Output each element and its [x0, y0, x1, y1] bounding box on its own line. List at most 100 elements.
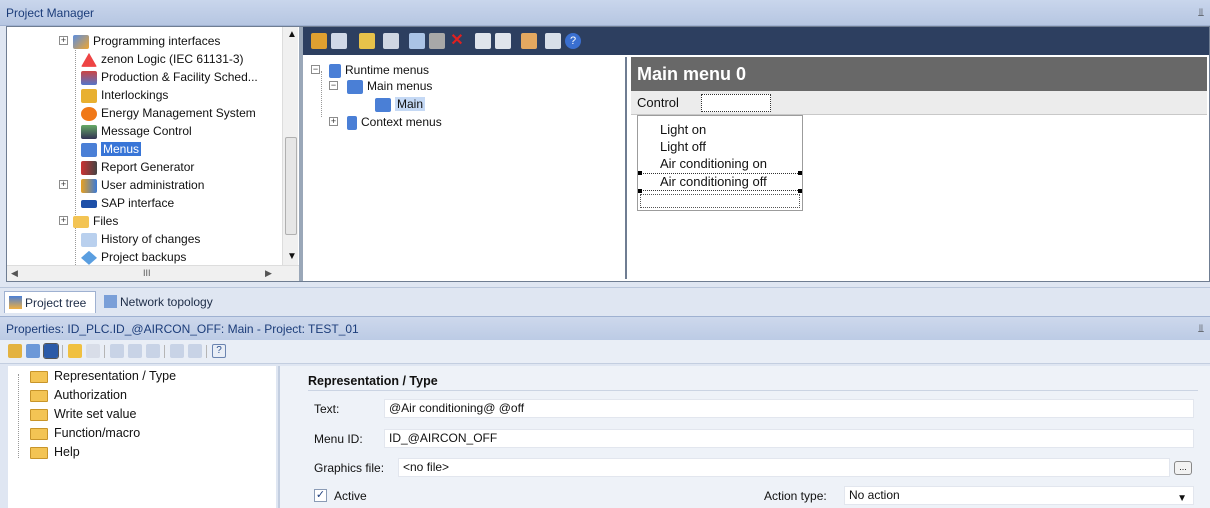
expand-all-icon[interactable]	[146, 344, 160, 358]
text-field[interactable]: @Air conditioning@ @off	[384, 399, 1194, 418]
dropdown-item-light-off[interactable]: Light off	[660, 139, 706, 155]
submenu-icon[interactable]	[383, 33, 399, 49]
browse-button[interactable]: ...	[1174, 461, 1192, 475]
expand-icon[interactable]: +	[59, 180, 68, 189]
menu-tree-main-menus[interactable]: − Main menus	[329, 77, 432, 95]
property-category-tree: Representation / Type Authorization Writ…	[8, 366, 276, 508]
menu-id-label: Menu ID:	[314, 432, 363, 446]
pin-icon[interactable]: ⫫	[1198, 317, 1204, 341]
dropdown-new-entry-slot[interactable]	[640, 194, 800, 208]
menu-control-item[interactable]: Control	[637, 95, 679, 110]
tree-item-message-control[interactable]: Message Control	[81, 122, 192, 140]
menu-preview-title: Main menu 0	[631, 57, 1207, 91]
folder-icon	[30, 371, 48, 383]
delete-icon[interactable]: ✕	[449, 33, 465, 49]
tree-item-files[interactable]: + Files	[59, 212, 118, 230]
collapse-icon[interactable]: −	[311, 65, 320, 74]
pin-icon[interactable]: ⫫	[1198, 0, 1204, 26]
link-icon[interactable]	[359, 33, 375, 49]
tree-item-menus[interactable]: Menus	[81, 140, 142, 158]
tree-item-history-of-changes[interactable]: History of changes	[81, 230, 200, 248]
menu-preview-dropdown: Light on Light off Air conditioning on A…	[637, 115, 803, 211]
menu-new-entry-slot[interactable]	[701, 94, 771, 112]
tree-vertical-scrollbar[interactable]: ▲ ▼	[282, 27, 298, 265]
scroll-left-icon[interactable]: ◀	[11, 268, 18, 279]
edit-icon[interactable]	[521, 33, 537, 49]
export-xml-icon[interactable]	[475, 33, 491, 49]
toolbar-separator	[206, 345, 207, 358]
folder-icon	[30, 409, 48, 421]
tree-horizontal-scrollbar[interactable]: ◀ III ▶	[7, 265, 299, 281]
tree-item-user-administration[interactable]: + User administration	[59, 176, 204, 194]
expand-icon[interactable]: +	[59, 216, 68, 225]
dropdown-item-light-on[interactable]: Light on	[660, 122, 706, 138]
menu-tree-context-menus[interactable]: + Context menus	[329, 113, 442, 131]
scroll-down-icon[interactable]: ▼	[287, 251, 297, 262]
tree-item-project-backups[interactable]: Project backups	[81, 248, 186, 266]
tree-item-energy-management[interactable]: Energy Management System	[81, 104, 256, 122]
folder-icon	[30, 447, 48, 459]
category-representation-type[interactable]: Representation / Type	[30, 367, 176, 386]
favorites-icon[interactable]	[68, 344, 82, 358]
collapse-icon[interactable]: −	[329, 81, 338, 90]
dropdown-item-air-off[interactable]: Air conditioning off	[660, 174, 767, 190]
resize-handle[interactable]	[798, 189, 802, 193]
scroll-right-icon[interactable]: ▶	[265, 268, 272, 279]
tree-item-interlockings[interactable]: Interlockings	[81, 86, 168, 104]
dropdown-arrow-icon[interactable]: ▼	[1177, 490, 1187, 507]
help-icon[interactable]: ?	[212, 344, 226, 358]
category-authorization[interactable]: Authorization	[30, 386, 127, 405]
project-manager-frame: + Programming interfaces zenon Logic (IE…	[6, 26, 1210, 282]
toolbar-separator	[164, 345, 165, 358]
copy-icon[interactable]	[409, 33, 425, 49]
properties-icon[interactable]	[545, 33, 561, 49]
category-function-macro[interactable]: Function/macro	[30, 424, 140, 443]
menu-tree-main[interactable]: Main	[375, 95, 426, 113]
tree-item-report-generator[interactable]: Report Generator	[81, 158, 194, 176]
category-write-set-value[interactable]: Write set value	[30, 405, 136, 424]
sort-icon[interactable]	[170, 344, 184, 358]
grouped-view-icon[interactable]	[8, 344, 22, 358]
toolbar-separator	[62, 345, 63, 358]
expand-icon[interactable]: +	[329, 117, 338, 126]
dropdown-item-air-on[interactable]: Air conditioning on	[660, 156, 767, 172]
new-menu-icon[interactable]	[311, 33, 327, 49]
import-xml-icon[interactable]	[495, 33, 511, 49]
split-view-icon[interactable]	[43, 343, 59, 359]
tree-item-zenon-logic[interactable]: zenon Logic (IEC 61131-3)	[81, 50, 244, 68]
paste-icon[interactable]	[429, 33, 445, 49]
collapse-all-icon[interactable]	[128, 344, 142, 358]
graphics-file-field[interactable]: <no file>	[398, 458, 1170, 477]
property-form: Representation / Type Text: @Air conditi…	[278, 366, 1210, 508]
resize-handle[interactable]	[638, 189, 642, 193]
energy-icon	[81, 106, 97, 121]
scroll-up-icon[interactable]: ▲	[287, 29, 297, 40]
help-icon[interactable]: ?	[565, 33, 581, 49]
tab-network-topology[interactable]: Network topology	[100, 291, 240, 313]
resize-handle[interactable]	[638, 171, 642, 175]
resize-handle[interactable]	[798, 171, 802, 175]
tree-item-programming-interfaces[interactable]: + Programming interfaces	[59, 32, 220, 50]
project-manager-titlebar: Project Manager ⫫	[0, 0, 1210, 26]
text-label: Text:	[314, 402, 340, 416]
group-icon[interactable]	[188, 344, 202, 358]
tree-item-production-scheduler[interactable]: Production & Facility Sched...	[81, 68, 258, 86]
new-entry-icon[interactable]	[331, 33, 347, 49]
list-view-icon[interactable]	[26, 344, 40, 358]
active-checkbox[interactable]: ✓	[314, 489, 327, 502]
expand-icon[interactable]: +	[59, 36, 68, 45]
show-all-icon[interactable]	[110, 344, 124, 358]
menu-id-field[interactable]: ID_@AIRCON_OFF	[384, 429, 1194, 448]
sap-icon	[81, 199, 97, 208]
menu-editor-toolbar: ✕ ?	[303, 27, 1209, 55]
category-help[interactable]: Help	[30, 443, 80, 462]
folder-icon	[30, 428, 48, 440]
scroll-thumb[interactable]	[285, 137, 297, 235]
filter-icon[interactable]	[86, 344, 100, 358]
action-type-select[interactable]: No action ▼	[844, 486, 1194, 505]
action-type-label: Action type:	[764, 489, 827, 503]
tree-item-sap-interface[interactable]: SAP interface	[81, 194, 174, 212]
runtime-menus-icon	[329, 63, 341, 78]
folder-icon	[30, 390, 48, 402]
tab-project-tree[interactable]: Project tree	[4, 291, 96, 313]
